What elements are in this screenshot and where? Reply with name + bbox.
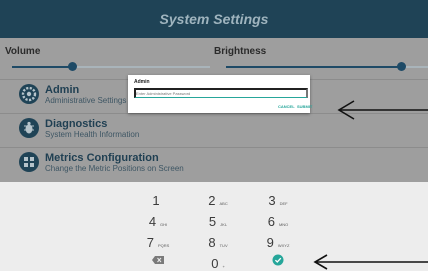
key-3[interactable]: 3 DEF: [248, 186, 308, 208]
done-key[interactable]: [248, 249, 308, 271]
admin-password-input[interactable]: [134, 88, 308, 98]
key-digit: 6: [267, 214, 275, 229]
check-circle-icon: [272, 254, 284, 266]
key-letters: JKL: [220, 222, 228, 227]
key-letters: DEF: [279, 201, 288, 206]
key-digit: 1: [152, 193, 160, 208]
key-digit: 4: [148, 214, 157, 229]
key-digit: 8: [208, 235, 216, 250]
key-digit: 0: [211, 256, 219, 271]
key-2[interactable]: 2 ABC: [188, 186, 248, 208]
key-4[interactable]: 4 GHI: [128, 207, 188, 229]
brightness-slider-fill: [226, 66, 398, 68]
menu-item-title: Metrics Configuration: [45, 152, 159, 164]
admin-password-dialog: Admin CANCEL SUBMIT: [128, 75, 312, 113]
key-digit: 7: [146, 235, 154, 250]
key-letters: WXYZ: [277, 243, 290, 248]
key-digit: 2: [208, 193, 216, 208]
menu-item-title: Diagnostics: [45, 118, 108, 130]
volume-slider-fill: [12, 66, 72, 68]
key-8[interactable]: 8 TUV: [188, 228, 248, 250]
menu-item-subtitle: System Health Information: [45, 130, 140, 139]
backspace-icon: [152, 256, 164, 264]
key-digit: 5: [208, 214, 217, 229]
menu-item-subtitle: Change the Metric Positions on Screen: [45, 164, 184, 173]
brightness-slider-thumb[interactable]: [397, 62, 406, 71]
grid-icon: [19, 152, 39, 172]
menu-item-title: Admin: [45, 84, 80, 96]
arrow-annotation: [337, 100, 428, 120]
bug-icon: [19, 118, 39, 138]
submit-button[interactable]: SUBMIT: [297, 104, 312, 109]
key-letters: TUV: [219, 243, 228, 248]
key-7[interactable]: 7 PQRS: [128, 228, 188, 250]
key-0[interactable]: 0 +: [188, 249, 248, 271]
backspace-key[interactable]: [128, 249, 188, 271]
dialog-title: Admin: [134, 79, 150, 85]
brightness-label: Brightness: [214, 46, 267, 57]
key-5[interactable]: 5 JKL: [188, 207, 248, 229]
key-letters: MNO: [278, 222, 289, 227]
gear-icon: [19, 84, 39, 104]
arrow-annotation: [313, 254, 428, 270]
key-digit: 9: [266, 235, 274, 250]
key-digit: 3: [268, 193, 276, 208]
key-9[interactable]: 9 WXYZ: [248, 228, 308, 250]
volume-label: Volume: [5, 46, 41, 57]
cancel-button[interactable]: CANCEL: [278, 104, 295, 109]
page-title: System Settings: [159, 11, 269, 27]
key-letters: +: [222, 264, 225, 269]
key-6[interactable]: 6 MNO: [248, 207, 308, 229]
key-letters: PQRS: [157, 243, 170, 248]
key-letters: ABC: [219, 201, 228, 206]
key-letters: GHI: [160, 222, 168, 227]
volume-slider-thumb[interactable]: [68, 62, 77, 71]
key-1[interactable]: 1: [128, 186, 188, 208]
